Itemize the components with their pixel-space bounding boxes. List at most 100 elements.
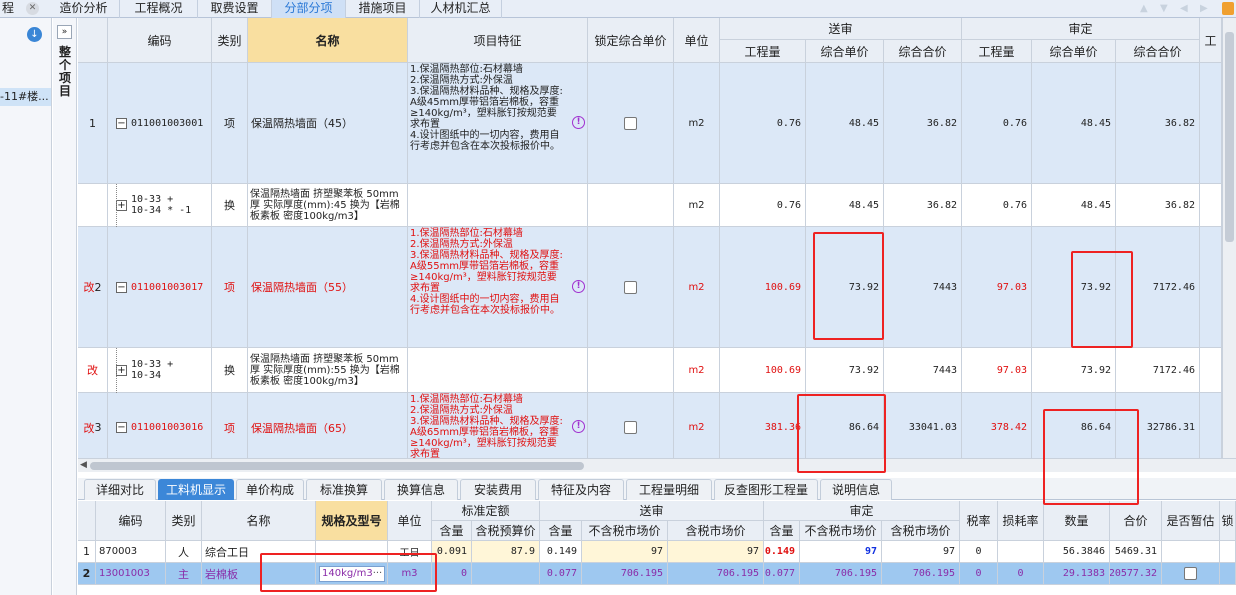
- feature-cell[interactable]: [408, 184, 588, 227]
- header-send-tax[interactable]: 含税市场价: [668, 521, 764, 541]
- header-type[interactable]: 类别: [166, 501, 202, 541]
- tab-notes[interactable]: 说明信息: [820, 479, 892, 500]
- review-qty-cell[interactable]: 0.76: [962, 63, 1032, 184]
- lock-cell[interactable]: [588, 393, 674, 458]
- row-index[interactable]: [78, 184, 108, 227]
- send-unit-price-cell[interactable]: 48.45: [806, 184, 884, 227]
- scroll-thumb[interactable]: [1225, 32, 1234, 242]
- loss-rate-cell[interactable]: 0: [998, 563, 1044, 585]
- row-index[interactable]: 2: [78, 563, 96, 585]
- send-tax-cell[interactable]: 706.195: [668, 563, 764, 585]
- total-cell[interactable]: 5469.31: [1110, 541, 1162, 563]
- header-is-estimate[interactable]: 是否暂估: [1162, 501, 1220, 541]
- header-code[interactable]: 编码: [96, 501, 166, 541]
- send-notax-cell[interactable]: 706.195: [582, 563, 668, 585]
- code-cell[interactable]: +10-33 + 10-34 * -1: [108, 184, 212, 227]
- tab-standard-conversion[interactable]: 标准换算: [306, 479, 382, 500]
- send-notax-cell[interactable]: 97: [582, 541, 668, 563]
- more-options-icon[interactable]: ···: [373, 568, 383, 579]
- send-qty-cell[interactable]: 381.36: [720, 393, 806, 458]
- spec-cell[interactable]: [316, 541, 388, 563]
- send-total-cell[interactable]: 36.82: [884, 63, 962, 184]
- review-unit-price-cell[interactable]: 86.64: [1032, 393, 1116, 458]
- lock-checkbox[interactable]: [624, 116, 637, 130]
- name-cell[interactable]: 保温隔热墙面（45）: [248, 63, 408, 184]
- send-total-cell[interactable]: 36.82: [884, 184, 962, 227]
- header-review-content[interactable]: 含量: [764, 521, 800, 541]
- header-code[interactable]: 编码: [108, 18, 212, 63]
- send-qty-cell[interactable]: 0.76: [720, 63, 806, 184]
- scroll-thumb[interactable]: [90, 462, 584, 470]
- tab-labor-material-summary[interactable]: 人材机汇总: [420, 0, 502, 18]
- estimate-checkbox[interactable]: [1184, 567, 1197, 580]
- review-total-cell[interactable]: 7172.46: [1116, 348, 1200, 393]
- tab-conversion-info[interactable]: 换算信息: [384, 479, 458, 500]
- is-estimate-cell[interactable]: [1162, 563, 1220, 585]
- amount-cell[interactable]: 29.1383: [1044, 563, 1110, 585]
- code-cell[interactable]: 13001003: [96, 563, 166, 585]
- tab-install-fee[interactable]: 安装费用: [460, 479, 536, 500]
- feature-cell[interactable]: [408, 348, 588, 393]
- send-unit-price-cell[interactable]: 48.45: [806, 63, 884, 184]
- review-total-cell[interactable]: 36.82: [1116, 184, 1200, 227]
- header-send-unit-price[interactable]: 综合单价: [806, 40, 884, 63]
- lock-cell[interactable]: [588, 63, 674, 184]
- std-tax-budget-cell[interactable]: [472, 563, 540, 585]
- loss-rate-cell[interactable]: [998, 541, 1044, 563]
- header-name[interactable]: 名称: [248, 18, 408, 63]
- code-cell[interactable]: +10-33 + 10-34: [108, 348, 212, 393]
- std-tax-budget-cell[interactable]: 87.9: [472, 541, 540, 563]
- name-cell[interactable]: 保温隔热墙面 挤塑聚苯板 50mm厚 实际厚度(mm):45 换为【岩棉板素板 …: [248, 184, 408, 227]
- header-send-notax[interactable]: 不含税市场价: [582, 521, 668, 541]
- send-qty-cell[interactable]: 0.76: [720, 184, 806, 227]
- std-content-cell[interactable]: 0.091: [432, 541, 472, 563]
- row-index[interactable]: 1: [78, 63, 108, 184]
- header-tax-rate[interactable]: 税率: [960, 501, 998, 541]
- header-total[interactable]: 合价: [1110, 501, 1162, 541]
- row-index[interactable]: 改: [78, 348, 108, 393]
- code-cell[interactable]: 870003: [96, 541, 166, 563]
- download-icon[interactable]: ↓: [27, 27, 42, 42]
- header-std-content[interactable]: 含量: [432, 521, 472, 541]
- tab-detail-compare[interactable]: 详细对比: [84, 479, 156, 500]
- lock-checkbox[interactable]: [624, 280, 637, 294]
- header-review-qty[interactable]: 工程量: [962, 40, 1032, 63]
- send-qty-cell[interactable]: 100.69: [720, 348, 806, 393]
- review-unit-price-cell[interactable]: 73.92: [1032, 227, 1116, 348]
- header-send-qty[interactable]: 工程量: [720, 40, 806, 63]
- move-up-icon[interactable]: ▲: [1140, 3, 1148, 14]
- header-loss-rate[interactable]: 损耗率: [998, 501, 1044, 541]
- name-cell[interactable]: 综合工日: [202, 541, 316, 563]
- tree-toggle-icon[interactable]: −: [116, 281, 127, 293]
- row-index[interactable]: 改2: [78, 227, 108, 348]
- send-content-cell[interactable]: 0.149: [540, 541, 582, 563]
- name-cell[interactable]: 保温隔热墙面（65）: [248, 393, 408, 458]
- name-cell[interactable]: 保温隔热墙面 挤塑聚苯板 50mm厚 实际厚度(mm):55 换为【岩棉板素板 …: [248, 348, 408, 393]
- spec-cell[interactable]: 140kg/m3 ···: [316, 563, 388, 585]
- header-send-total[interactable]: 综合合价: [884, 40, 962, 63]
- tab-features-content[interactable]: 特征及内容: [538, 479, 624, 500]
- tab-fee-settings[interactable]: 取费设置: [198, 0, 272, 18]
- review-unit-price-cell[interactable]: 48.45: [1032, 184, 1116, 227]
- arrow-left-icon[interactable]: ◀: [1180, 3, 1188, 14]
- feature-cell[interactable]: 1.保温隔热部位:石材幕墙 2.保温隔热方式:外保温 3.保温隔热材料品种、规格…: [408, 393, 588, 458]
- header-std-tax-budget[interactable]: 含税预算价: [472, 521, 540, 541]
- settings-icon[interactable]: [1222, 2, 1234, 15]
- review-tax-cell[interactable]: 706.195: [882, 563, 960, 585]
- tree-toggle-icon[interactable]: −: [116, 117, 127, 129]
- review-total-cell[interactable]: 32786.31: [1116, 393, 1200, 458]
- std-content-cell[interactable]: 0: [432, 563, 472, 585]
- tree-item-building[interactable]: -11#楼...: [0, 88, 51, 106]
- tree-toggle-icon[interactable]: −: [116, 422, 127, 433]
- horizontal-scrollbar[interactable]: ◀: [78, 458, 1236, 472]
- send-unit-price-cell[interactable]: 86.64: [806, 393, 884, 458]
- close-icon[interactable]: ✕: [26, 2, 39, 15]
- scroll-left-icon[interactable]: ◀: [80, 460, 87, 470]
- header-lock-price[interactable]: 锁定综合单价: [588, 18, 674, 63]
- feature-cell[interactable]: 1.保温隔热部位:石材幕墙 2.保温隔热方式:外保温 3.保温隔热材料品种、规格…: [408, 63, 588, 184]
- is-estimate-cell[interactable]: [1162, 541, 1220, 563]
- header-review-tax[interactable]: 含税市场价: [882, 521, 960, 541]
- tax-rate-cell[interactable]: 0: [960, 541, 998, 563]
- tab-quantity-detail[interactable]: 工程量明细: [626, 479, 712, 500]
- review-tax-cell[interactable]: 97: [882, 541, 960, 563]
